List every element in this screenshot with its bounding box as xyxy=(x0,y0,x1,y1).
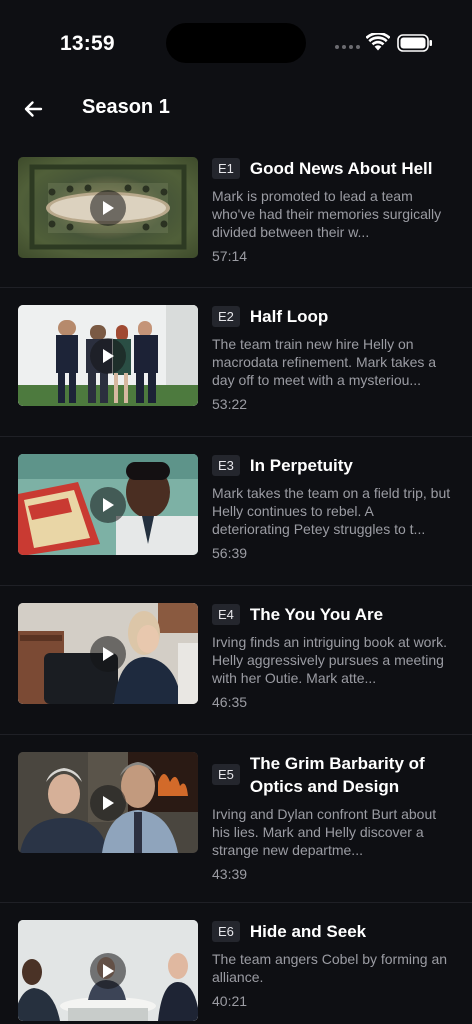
play-button[interactable] xyxy=(90,337,126,374)
episode-title-row: E4 The You You Are xyxy=(212,603,454,626)
episode-duration: 57:14 xyxy=(212,248,248,264)
episode-thumbnail[interactable] xyxy=(18,603,198,704)
episode-description: Irving finds an intriguing book at work.… xyxy=(212,634,448,686)
episode-item[interactable]: E4 The You You Are Irving finds an intri… xyxy=(0,586,472,735)
episode-item[interactable]: E1 Good News About Hell Mark is promoted… xyxy=(0,140,472,288)
header: Season 1 xyxy=(0,88,472,132)
episode-description: The team angers Cobel by forming an alli… xyxy=(212,951,448,985)
episode-title-row: E2 Half Loop xyxy=(212,305,454,328)
play-icon xyxy=(103,963,114,978)
play-icon xyxy=(103,200,114,215)
episode-duration: 40:21 xyxy=(212,993,248,1009)
episode-duration: 43:39 xyxy=(212,866,248,882)
episode-title-row: E6 Hide and Seek xyxy=(212,920,454,943)
episode-description: Mark takes the team on a field trip, but… xyxy=(212,485,451,537)
cellular-signal-icon xyxy=(335,45,360,49)
play-icon xyxy=(103,348,114,363)
episode-info: E6 Hide and Seek The team angers Cobel b… xyxy=(212,920,454,1009)
status-bar: 13:59 xyxy=(0,0,472,88)
episode-number-badge: E1 xyxy=(212,158,240,179)
play-button[interactable] xyxy=(90,189,126,226)
back-button[interactable] xyxy=(16,92,50,126)
episode-item[interactable]: E3 In Perpetuity Mark takes the team on … xyxy=(0,437,472,586)
episode-title: Good News About Hell xyxy=(249,159,433,178)
episode-item[interactable]: E6 Hide and Seek The team angers Cobel b… xyxy=(0,903,472,1024)
episode-info: E2 Half Loop The team train new hire Hel… xyxy=(212,305,454,412)
episode-info: E3 In Perpetuity Mark takes the team on … xyxy=(212,454,454,561)
episode-item[interactable]: E5 The Grim Barbarity of Optics and Desi… xyxy=(0,735,472,903)
episode-number-badge: E2 xyxy=(212,306,240,327)
episode-thumbnail[interactable] xyxy=(18,920,198,1021)
episode-number-badge: E5 xyxy=(212,764,240,785)
episode-description: Mark is promoted to lead a team who've h… xyxy=(212,188,442,240)
episode-number-badge: E3 xyxy=(212,455,240,476)
dynamic-island xyxy=(166,23,306,63)
episode-number-badge: E4 xyxy=(212,604,240,625)
episode-title: The Grim Barbarity of Optics and Design xyxy=(249,754,425,796)
battery-icon xyxy=(397,34,432,52)
episode-item[interactable]: E2 Half Loop The team train new hire Hel… xyxy=(0,288,472,437)
episode-number-badge: E6 xyxy=(212,921,240,942)
page-title: Season 1 xyxy=(82,96,170,118)
play-button[interactable] xyxy=(90,952,126,989)
episode-title-row: E5 The Grim Barbarity of Optics and Desi… xyxy=(212,752,454,798)
arrow-left-icon xyxy=(24,101,43,117)
episode-description: Irving and Dylan confront Burt about his… xyxy=(212,806,437,858)
episode-info: E4 The You You Are Irving finds an intri… xyxy=(212,603,454,710)
episode-title: Half Loop xyxy=(249,307,329,326)
episode-title-row: E1 Good News About Hell xyxy=(212,157,454,180)
play-button[interactable] xyxy=(90,635,126,672)
episode-duration: 46:35 xyxy=(212,694,248,710)
episode-duration: 56:39 xyxy=(212,545,248,561)
play-icon xyxy=(103,795,114,810)
wifi-icon xyxy=(366,33,390,51)
episode-title-row: E3 In Perpetuity xyxy=(212,454,454,477)
episode-info: E5 The Grim Barbarity of Optics and Desi… xyxy=(212,752,454,882)
episode-list: E1 Good News About Hell Mark is promoted… xyxy=(0,140,472,1024)
episode-info: E1 Good News About Hell Mark is promoted… xyxy=(212,157,454,264)
episode-thumbnail[interactable] xyxy=(18,454,198,555)
episode-description: The team train new hire Helly on macroda… xyxy=(212,336,437,388)
episode-title: Hide and Seek xyxy=(249,922,367,941)
episode-thumbnail[interactable] xyxy=(18,752,198,853)
episode-duration: 53:22 xyxy=(212,396,248,412)
episode-thumbnail[interactable] xyxy=(18,157,198,258)
episode-thumbnail[interactable] xyxy=(18,305,198,406)
status-time: 13:59 xyxy=(60,32,115,55)
play-button[interactable] xyxy=(90,784,126,821)
play-icon xyxy=(103,497,114,512)
play-button[interactable] xyxy=(90,486,126,523)
episode-title: In Perpetuity xyxy=(249,456,353,475)
play-icon xyxy=(103,646,114,661)
episode-title: The You You Are xyxy=(249,605,384,624)
